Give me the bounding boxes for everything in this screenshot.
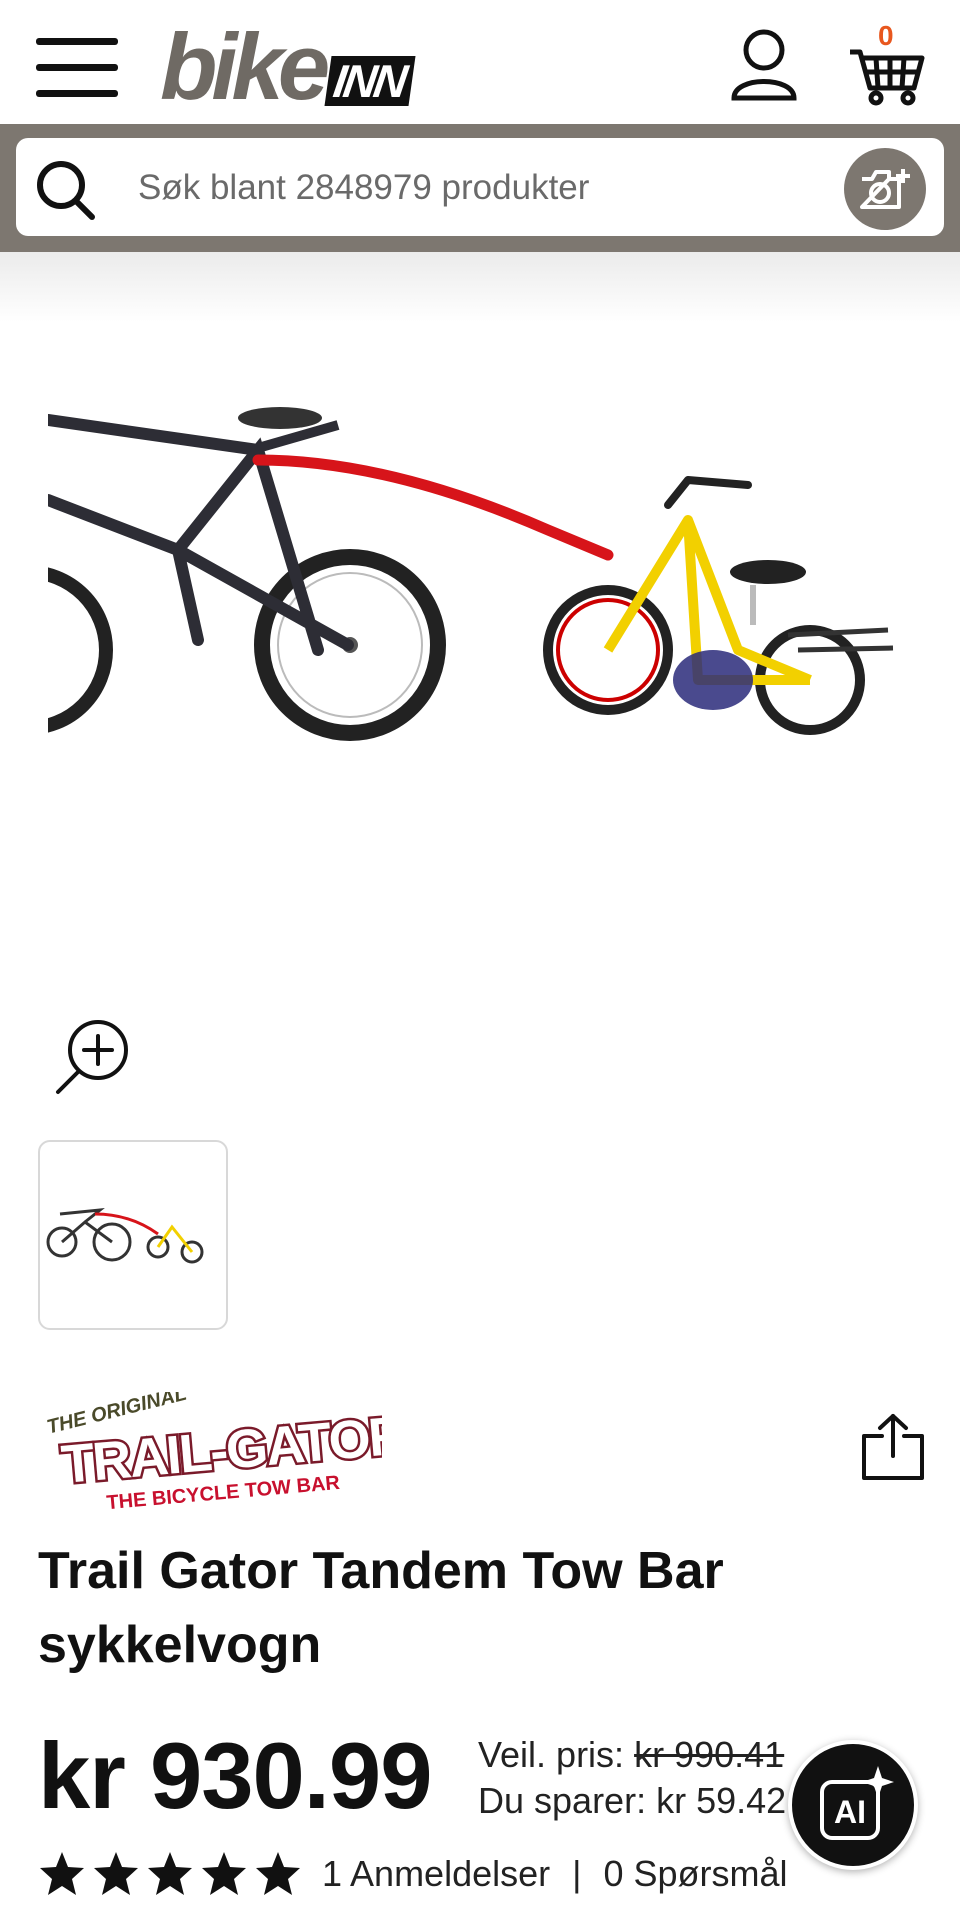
ai-label: AI — [834, 1794, 866, 1830]
cart-button[interactable]: 0 — [848, 20, 926, 106]
reviews-link[interactable]: 1 Anmeldelser — [322, 1853, 550, 1895]
rating-row: 1 Anmeldelser | 0 Spørsmål — [38, 1846, 788, 1902]
rrp-value: kr 990.41 — [634, 1734, 785, 1775]
price-info: Veil. pris: kr 990.41 Du sparer: kr 59.4… — [478, 1732, 786, 1824]
share-icon[interactable] — [860, 1412, 926, 1482]
user-icon[interactable] — [728, 26, 800, 102]
zoom-in-icon[interactable] — [52, 1018, 134, 1096]
site-logo[interactable]: bike INN — [160, 14, 416, 119]
search-bar — [0, 124, 960, 252]
site-header: bike INN 0 — [0, 0, 960, 124]
gallery-thumbnail[interactable] — [38, 1140, 228, 1330]
header-shadow — [0, 252, 960, 322]
star-icon — [202, 1852, 246, 1895]
ai-assistant-button[interactable]: AI — [788, 1740, 918, 1870]
star-icon — [148, 1852, 192, 1895]
divider: | — [572, 1853, 582, 1894]
hamburger-menu-icon[interactable] — [36, 38, 118, 98]
product-image[interactable] — [48, 380, 918, 780]
search-box — [16, 138, 944, 236]
star-icon — [40, 1852, 84, 1895]
logo-text: bike — [160, 14, 330, 119]
search-icon[interactable] — [34, 158, 98, 222]
product-title: Trail Gator Tandem Tow Bar sykkelvogn — [38, 1542, 724, 1674]
questions-link[interactable]: 0 Spørsmål — [604, 1853, 788, 1895]
camera-search-button[interactable] — [844, 148, 926, 230]
rrp-line: Veil. pris: kr 990.41 — [478, 1732, 786, 1778]
ai-sparkle-icon: AI — [820, 1766, 894, 1840]
star-rating[interactable] — [38, 1850, 302, 1898]
product-price: kr 930.99 — [38, 1723, 432, 1828]
camera-icon — [860, 169, 910, 209]
saving-value: kr 59.42 — [656, 1780, 787, 1821]
thumbnail-image — [46, 1208, 204, 1264]
saving-label: Du sparer: — [478, 1780, 647, 1821]
star-icon — [256, 1852, 300, 1895]
brand-logo[interactable]: THE ORIGINAL TRAIL-GATOR THE BICYCLE TOW… — [42, 1392, 382, 1512]
saving-line: Du sparer: kr 59.42 — [478, 1778, 786, 1824]
cart-count-badge: 0 — [878, 20, 894, 51]
star-icon — [94, 1852, 138, 1895]
logo-badge: INN — [324, 55, 416, 107]
search-input[interactable] — [136, 160, 820, 216]
rrp-label: Veil. pris: — [478, 1734, 625, 1775]
